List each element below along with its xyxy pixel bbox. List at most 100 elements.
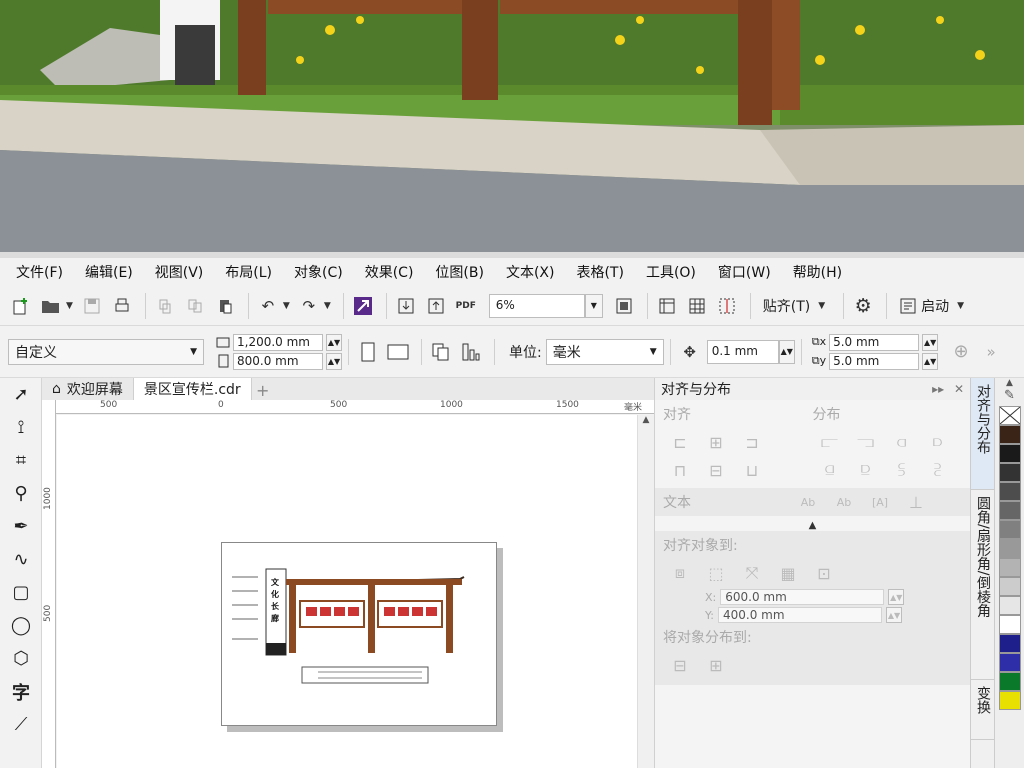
more-options-icon[interactable]: » [978, 339, 1004, 365]
open-dropdown-icon[interactable]: ▼ [66, 301, 73, 311]
point-y-stepper[interactable]: ▲▼ [885, 607, 902, 623]
point-y-input[interactable]: 400.0 mm [717, 607, 882, 623]
palette-swatch[interactable] [999, 406, 1021, 425]
align-right-icon[interactable]: ⊐ [739, 430, 765, 454]
align-top-icon[interactable]: ⊓ [667, 458, 693, 482]
menu-object[interactable]: 对象(C) [294, 262, 343, 282]
menu-table[interactable]: 表格(T) [576, 262, 623, 282]
align-to-point-icon[interactable]: ⊡ [811, 561, 837, 585]
palette-swatch[interactable] [999, 558, 1021, 577]
menu-tools[interactable]: 工具(O) [646, 262, 696, 282]
vertical-ruler[interactable]: 1000 500 [42, 400, 56, 768]
paste-icon[interactable] [212, 293, 238, 319]
polygon-tool-icon[interactable]: ⬡ [0, 642, 42, 675]
snap-to-button[interactable]: 贴齐(T) ▼ [763, 296, 831, 316]
palette-swatch[interactable] [999, 482, 1021, 501]
undo-icon[interactable]: ↶ [255, 293, 281, 319]
menu-view[interactable]: 视图(V) [155, 262, 204, 282]
palette-swatch[interactable] [999, 425, 1021, 444]
eyedropper-icon[interactable]: ✎ [995, 388, 1024, 406]
document-page[interactable]: 文化长廊 [221, 542, 497, 726]
menu-window[interactable]: 窗口(W) [718, 262, 771, 282]
ellipse-tool-icon[interactable]: ◯ [0, 609, 42, 642]
align-center-h-icon[interactable]: ⊞ [703, 430, 729, 454]
palette-swatch[interactable] [999, 672, 1021, 691]
landscape-icon[interactable] [385, 339, 411, 365]
palette-swatch[interactable] [999, 520, 1021, 539]
duplicate-x-input[interactable]: 5.0 mm [829, 333, 920, 351]
align-left-icon[interactable]: ⊏ [667, 430, 693, 454]
distribute-left-icon[interactable]: ⫍ [817, 430, 843, 454]
palette-swatch[interactable] [999, 615, 1021, 634]
palette-swatch[interactable] [999, 463, 1021, 482]
text-align-baseline-icon[interactable]: ⊥ [903, 490, 929, 514]
canvas-vertical-scrollbar[interactable]: ▲ [637, 415, 654, 768]
menu-text[interactable]: 文本(X) [506, 262, 555, 282]
options-gear-icon[interactable]: ⚙ [850, 293, 876, 319]
palette-swatch[interactable] [999, 501, 1021, 520]
distribute-spacing-h-icon[interactable]: ⫏ [889, 430, 915, 454]
scroll-up-icon[interactable]: ▲ [638, 415, 654, 425]
distribute-top-icon[interactable]: ⫑ [817, 458, 843, 482]
zoom-dropdown-icon[interactable]: ▼ [584, 293, 603, 318]
text-align-box-icon[interactable]: [A] [867, 490, 893, 514]
docker-tab-corners[interactable]: 圆角/扇形角/倒棱角 [971, 490, 995, 680]
text-align-last-icon[interactable]: Ab [831, 490, 857, 514]
palette-swatch[interactable] [999, 653, 1021, 672]
align-to-selection-icon[interactable]: ⬚ [703, 561, 729, 585]
zoom-level-select[interactable]: 6% [488, 293, 585, 318]
billboard-artwork[interactable]: 文化长廊 [222, 543, 498, 727]
save-icon[interactable] [79, 293, 105, 319]
zoom-tool-icon[interactable]: ⚲ [0, 477, 42, 510]
palette-swatch[interactable] [999, 444, 1021, 463]
menu-bitmaps[interactable]: 位图(B) [435, 262, 484, 282]
menu-effects[interactable]: 效果(C) [365, 262, 414, 282]
menu-edit[interactable]: 编辑(E) [85, 262, 133, 282]
page-width-stepper[interactable]: ▲▼ [326, 333, 342, 351]
distribute-bottom-icon[interactable]: ⫔ [925, 458, 951, 482]
palette-scroll-up-icon[interactable]: ▲ [995, 378, 1024, 388]
menu-layout[interactable]: 布局(L) [225, 262, 272, 282]
page-height-input[interactable]: 800.0 mm [233, 352, 323, 370]
all-pages-icon[interactable] [428, 339, 454, 365]
menu-help[interactable]: 帮助(H) [793, 262, 842, 282]
duplicate-y-stepper[interactable]: ▲▼ [922, 352, 939, 370]
current-page-icon[interactable] [458, 339, 484, 365]
new-tab-icon[interactable]: + [252, 380, 274, 400]
pick-tool-icon[interactable]: ➚ [0, 378, 42, 411]
distribute-center-v-icon[interactable]: ⫒ [853, 458, 879, 482]
horizontal-ruler[interactable]: 500 0 500 1000 1500 毫米 [56, 400, 654, 414]
distribute-center-h-icon[interactable]: ⫎ [853, 430, 879, 454]
import-icon[interactable] [393, 293, 419, 319]
line-tool-icon[interactable]: ⟋ [0, 708, 42, 741]
distribute-to-selection-icon[interactable]: ⊟ [667, 653, 693, 677]
show-guidelines-icon[interactable] [714, 293, 740, 319]
nudge-stepper[interactable]: ▲▼ [778, 339, 795, 364]
distribute-spacing-v-icon[interactable]: ⫓ [889, 458, 915, 482]
show-grid-icon[interactable] [684, 293, 710, 319]
full-screen-icon[interactable] [611, 293, 637, 319]
palette-swatch[interactable] [999, 634, 1021, 653]
open-folder-icon[interactable] [38, 293, 64, 319]
tab-document[interactable]: 景区宣传栏.cdr [133, 378, 252, 400]
duplicate-x-stepper[interactable]: ▲▼ [922, 333, 939, 351]
palette-swatch[interactable] [999, 577, 1021, 596]
text-tool-icon[interactable]: 字 [0, 675, 42, 708]
page-width-input[interactable]: 1,200.0 mm [233, 333, 323, 351]
search-content-icon[interactable] [350, 293, 376, 319]
palette-swatch[interactable] [999, 691, 1021, 710]
nudge-distance-input[interactable]: 0.1 mm [706, 339, 779, 364]
docker-tab-transform[interactable]: 变换 [971, 680, 995, 740]
section-expand-icon[interactable]: ▲ [655, 520, 970, 531]
application-launcher-button[interactable]: 启动 ▼ [899, 296, 970, 316]
distribute-right-icon[interactable]: ⫐ [925, 430, 951, 454]
new-document-icon[interactable] [8, 293, 34, 319]
drawing-canvas[interactable]: 文化长廊 [57, 415, 637, 768]
page-height-stepper[interactable]: ▲▼ [326, 352, 342, 370]
add-preset-icon[interactable]: ⊕ [948, 339, 974, 365]
redo-dropdown-icon[interactable]: ▼ [324, 301, 331, 311]
palette-swatch[interactable] [999, 596, 1021, 615]
align-to-active-object-icon[interactable]: ⧈ [667, 561, 693, 585]
cut-icon[interactable] [152, 293, 178, 319]
redo-icon[interactable]: ↷ [296, 293, 322, 319]
